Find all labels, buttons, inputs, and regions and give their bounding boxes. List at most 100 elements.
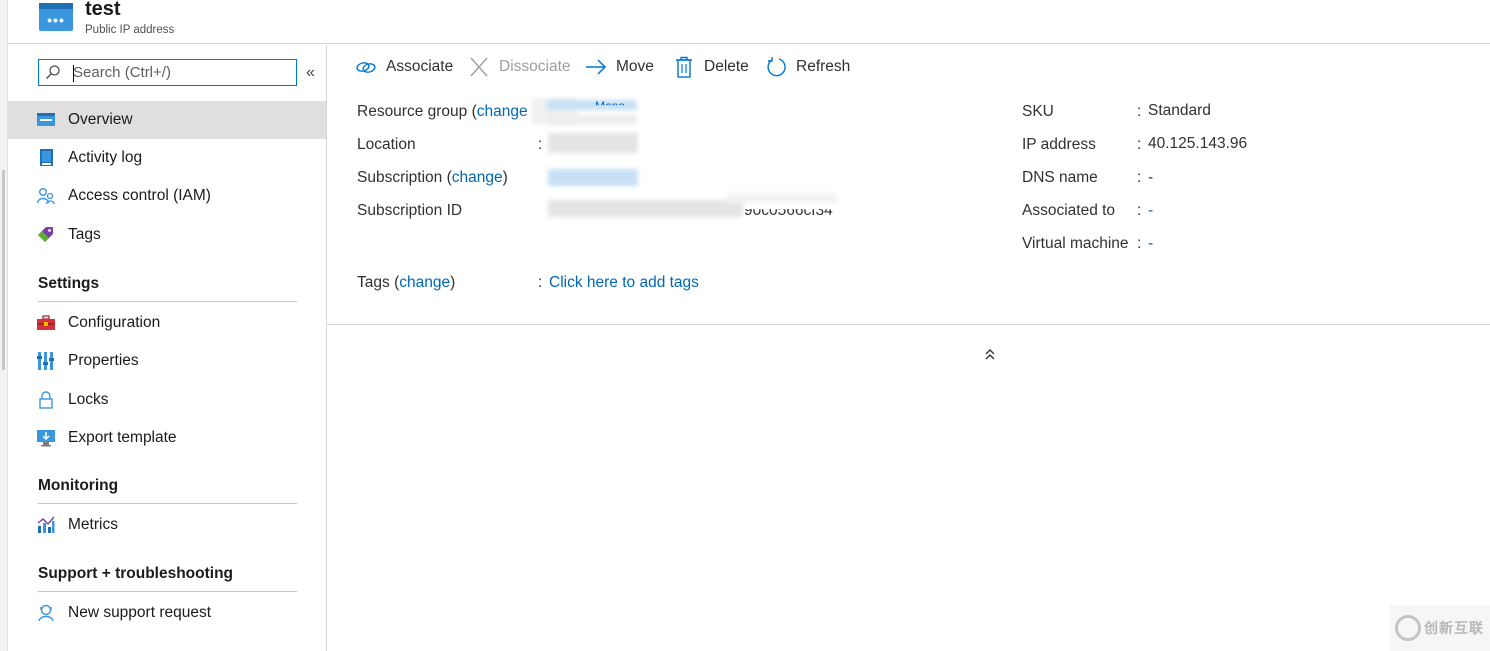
ip-address-colon: : [1137, 136, 1142, 153]
refresh-label: Refresh [796, 58, 851, 75]
trash-icon [676, 56, 692, 78]
virtual-machine-colon: : [1137, 235, 1142, 252]
move-button[interactable]: Move [585, 56, 654, 78]
dns-name-value: - [1148, 169, 1154, 186]
support-icon [38, 604, 54, 622]
sidebar-item-label: Export template [68, 429, 177, 446]
delete-button[interactable]: Delete [673, 56, 749, 78]
sku-label: SKU [1022, 103, 1054, 120]
resource-group-row: Resource group (change [357, 103, 528, 120]
activity-log-icon [40, 149, 53, 166]
delete-label: Delete [704, 58, 749, 75]
metrics-icon [37, 516, 55, 533]
text-cursor [73, 65, 74, 82]
export-template-icon [37, 430, 55, 447]
page-subtitle: Public IP address [85, 24, 175, 36]
sidebar-item-label: Properties [68, 352, 139, 369]
watermark-text: 创新互联 [1424, 620, 1484, 636]
link-icon [356, 62, 376, 73]
sidebar-item-label: Overview [68, 111, 133, 128]
associated-to-colon: : [1137, 202, 1142, 219]
redacted-value [548, 133, 638, 153]
redacted-value [548, 169, 638, 186]
section-title: Support + troubleshooting [38, 565, 234, 582]
collapse-essentials-icon[interactable] [984, 347, 996, 361]
sidebar-item-label: Access control (IAM) [68, 187, 211, 204]
redacted-value [547, 115, 637, 125]
virtual-machine-value[interactable]: - [1148, 235, 1153, 253]
monitoring-section-header: Monitoring [38, 477, 297, 504]
sidebar-item-configuration[interactable]: Configuration [8, 304, 326, 342]
search-input[interactable] [73, 62, 288, 83]
sidebar-item-properties[interactable]: Properties [8, 342, 326, 380]
page-title: test [85, 0, 121, 20]
sidebar-item-label: Metrics [68, 516, 118, 533]
associated-to-value[interactable]: - [1148, 202, 1153, 220]
sidebar-item-overview[interactable]: Overview [8, 101, 326, 139]
main-content: Associate Dissociate Move Delete Refresh… [327, 45, 1490, 651]
command-bar: Associate Dissociate Move Delete Refresh [327, 45, 1490, 89]
sidebar-item-access-control[interactable]: Access control (IAM) [8, 177, 326, 215]
lock-icon [39, 391, 53, 409]
subscription-id-row: Subscription ID [357, 202, 462, 220]
sku-value: Standard [1148, 102, 1211, 119]
location-row: Location [357, 136, 416, 154]
associate-button[interactable]: Associate [355, 56, 453, 78]
properties-icon [37, 352, 54, 370]
sidebar-item-locks[interactable]: Locks [8, 381, 326, 419]
watermark: 创新互联 [1390, 605, 1490, 651]
sidebar-item-label: Tags [68, 226, 101, 243]
dns-name-label: DNS name [1022, 169, 1098, 186]
associate-label: Associate [386, 58, 454, 75]
dns-name-colon: : [1137, 169, 1142, 186]
subscription-id-label: Subscription ID [357, 202, 463, 219]
tags-row: Tags (change) [357, 274, 456, 291]
close-icon [470, 57, 488, 77]
sidebar-item-tags[interactable]: Tags [8, 216, 326, 254]
redacted-value [727, 193, 837, 203]
virtual-machine-label: Virtual machine [1022, 235, 1129, 252]
sidebar-item-activity-log[interactable]: Activity log [8, 139, 326, 177]
subscription-label: Subscription [357, 169, 443, 186]
public-ip-icon: ••• [39, 3, 73, 31]
resource-group-change-link[interactable]: change [477, 103, 528, 120]
watermark-logo [1395, 615, 1421, 641]
dissociate-label: Dissociate [499, 58, 571, 75]
section-title: Settings [38, 275, 100, 292]
refresh-button[interactable]: Refresh [765, 56, 850, 78]
redacted-value [548, 200, 743, 217]
sidebar-item-label: Locks [68, 391, 109, 408]
search-icon [46, 65, 60, 79]
section-title: Monitoring [38, 477, 119, 494]
sku-colon: : [1137, 103, 1142, 120]
toolbox-icon [37, 315, 55, 330]
search-box[interactable] [38, 59, 297, 86]
arrow-right-icon [586, 59, 607, 75]
location-colon: : [538, 136, 543, 153]
blade-header: ••• test Public IP address [8, 0, 1490, 44]
tags-label: Tags [357, 274, 390, 291]
move-label: Move [616, 58, 654, 75]
subscription-id-value: 90c0566cf34 [744, 202, 833, 219]
associated-to-label: Associated to [1022, 202, 1116, 219]
collapse-sidebar-button[interactable]: « [306, 63, 315, 83]
dissociate-button[interactable]: Dissociate [468, 56, 571, 78]
tag-icon [38, 227, 53, 242]
sidebar-item-metrics[interactable]: Metrics [8, 506, 326, 544]
sidebar-item-label: Activity log [68, 149, 143, 166]
sidebar-item-export-template[interactable]: Export template [8, 419, 326, 457]
sidebar-item-new-support-request[interactable]: New support request [8, 594, 326, 632]
sidebar: « Overview Activity log Access control (… [8, 45, 327, 651]
essentials-panel: Resource group (change Mana Location : S… [327, 89, 1490, 360]
tags-change-link[interactable]: change [399, 274, 450, 291]
add-tags-link[interactable]: Click here to add tags [549, 274, 699, 292]
window-left-edge [0, 0, 8, 651]
tags-colon: : [538, 274, 543, 291]
ip-address-value: 40.125.143.96 [1148, 135, 1248, 152]
settings-section-header: Settings [38, 275, 297, 302]
subscription-row: Subscription (change) [357, 169, 508, 186]
sidebar-item-label: Configuration [68, 314, 161, 331]
subscription-change-link[interactable]: change [452, 169, 503, 186]
support-section-header: Support + troubleshooting [38, 565, 297, 592]
access-control-icon [37, 188, 55, 205]
